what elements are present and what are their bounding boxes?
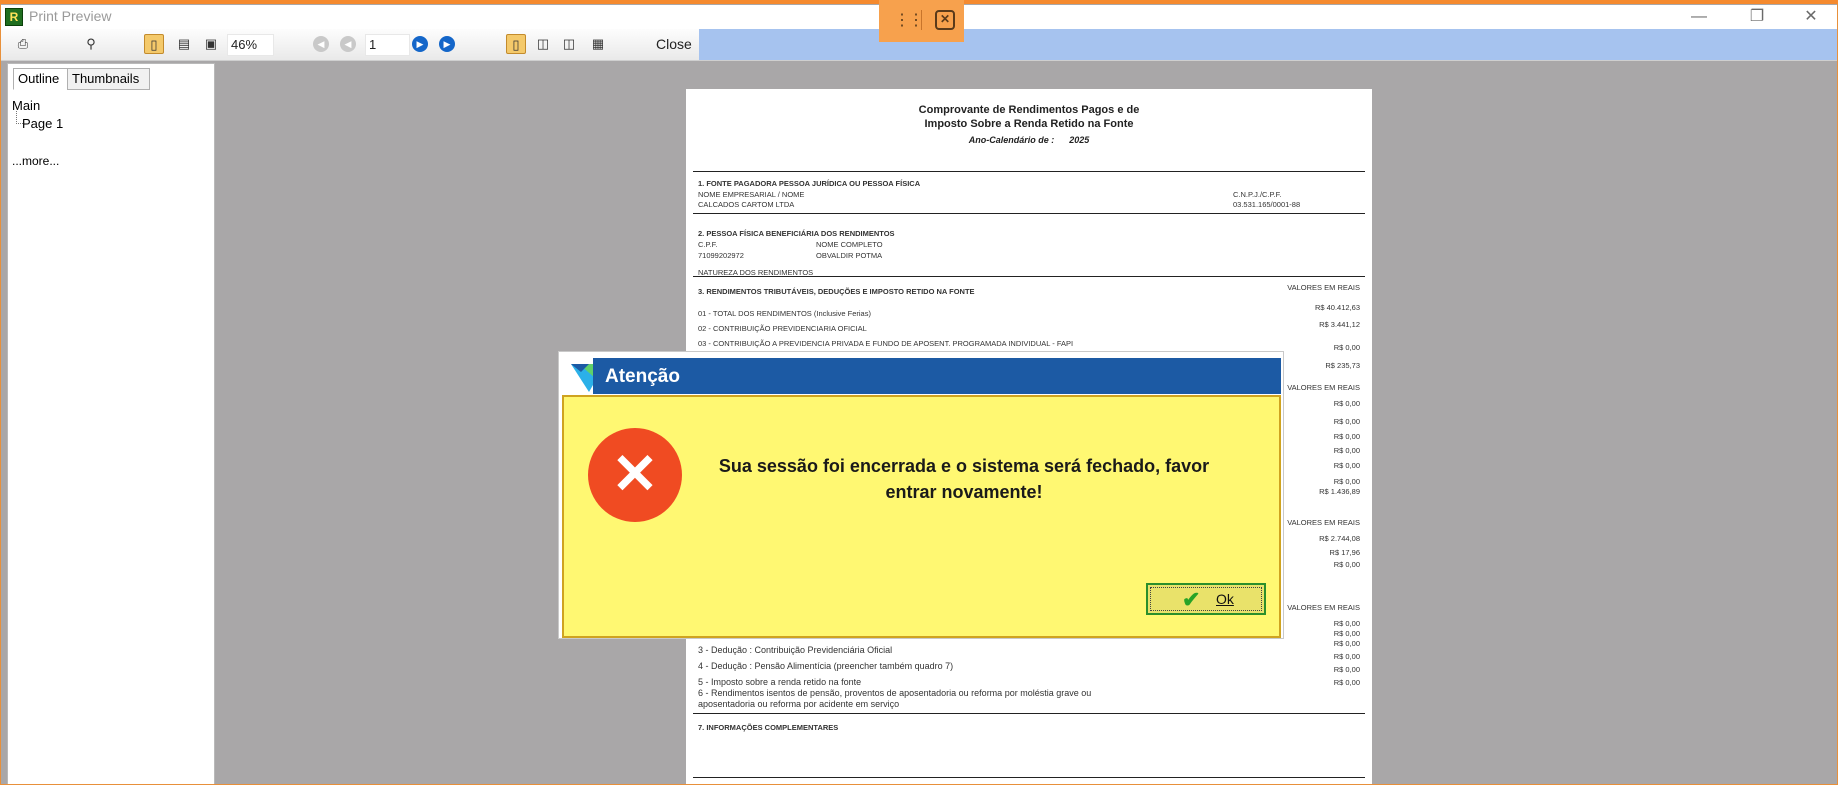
page-width-icon[interactable]: ▤ — [174, 34, 194, 54]
divider — [693, 276, 1365, 277]
dialog-title: Atenção — [605, 366, 680, 387]
cnpj-value: 03.531.165/0001-88 — [1233, 200, 1301, 209]
divider — [693, 777, 1365, 778]
previous-page-icon[interactable]: ◀ — [340, 36, 356, 52]
year-label: Ano-Calendário de : — [968, 135, 1055, 145]
income-value-02: R$ 3.441,12 — [1319, 320, 1360, 329]
value-6d: R$ 0,00 — [1333, 652, 1360, 661]
section-6-line-3: 3 - Dedução : Contribuição Previdenciári… — [698, 645, 893, 655]
single-page-view-icon[interactable]: ▯ — [144, 34, 164, 54]
section-7-heading: 7. INFORMAÇÕES COMPLEMENTARES — [698, 723, 839, 732]
first-page-icon[interactable]: ◀ — [313, 36, 329, 52]
section-3-heading: 3. RENDIMENTOS TRIBUTÁVEIS, DEDUÇÕES E I… — [698, 287, 975, 296]
doc-year: Ano-Calendário de : 2025 — [686, 135, 1372, 145]
restore-button[interactable]: ❐ — [1737, 5, 1777, 29]
income-line-02: 02 - CONTRIBUIÇÃO PREVIDENCIARIA OFICIAL — [698, 324, 867, 333]
section-1-heading: 1. FONTE PAGADORA PESSOA JURÍDICA OU PES… — [698, 179, 921, 188]
dialog-body: ✕ Sua sessão foi encerrada e o sistema s… — [562, 395, 1281, 638]
company-name: CALCADOS CARTOM LTDA — [698, 200, 795, 209]
dialog-message: Sua sessão foi encerrada e o sistema ser… — [718, 456, 1210, 502]
divider — [693, 213, 1365, 214]
value-6e: R$ 0,00 — [1333, 665, 1360, 674]
attention-dialog: Atenção ✕ Sua sessão foi encerrada e o s… — [558, 351, 1284, 639]
tab-thumbnails[interactable]: Thumbnails — [67, 68, 150, 90]
ok-label: Ok — [1216, 591, 1234, 607]
cpf-label: C.P.F. — [698, 240, 718, 249]
error-icon: ✕ — [588, 428, 682, 522]
window-title: Print Preview — [29, 8, 112, 24]
remote-session-toolbar: ⋮⋮ ✕ — [879, 0, 964, 42]
zoom-input[interactable]: 46% — [227, 34, 274, 56]
value-6f: R$ 0,00 — [1333, 678, 1360, 687]
disconnect-icon[interactable]: ✕ — [935, 10, 955, 30]
more-link[interactable]: ...more... — [12, 154, 59, 168]
section-6-line-6: 6 - Rendimentos isentos de pensão, prove… — [698, 688, 1092, 698]
tab-outline[interactable]: Outline — [13, 68, 69, 90]
beneficiary-name-label: NOME COMPLETO — [816, 240, 883, 249]
next-page-icon[interactable]: ▶ — [412, 36, 428, 52]
cnpj-label: C.N.P.J./C.P.F. — [1233, 190, 1282, 199]
ok-button[interactable]: ✔ Ok — [1146, 583, 1266, 615]
print-icon[interactable]: ⎙ — [13, 34, 33, 54]
minimize-button[interactable]: — — [1679, 5, 1719, 29]
doc-title-line-1: Comprovante de Rendimentos Pagos e de — [918, 104, 1140, 116]
drag-handle-icon[interactable]: ⋮⋮ — [894, 10, 924, 30]
print-preview-window: R Print Preview — ❐ ✕ ⎙ ⚲ ▯ ▤ ▣ 46% ◀ ◀ … — [0, 0, 1838, 785]
tree-item-page-1[interactable]: Page 1 — [12, 111, 63, 133]
close-preview-button[interactable]: Close — [656, 36, 692, 52]
whole-page-icon[interactable]: ▣ — [201, 34, 221, 54]
app-icon: R — [5, 8, 23, 26]
four-page-layout-icon[interactable]: ◫ — [559, 34, 579, 54]
checkmark-icon: ✔ — [1182, 587, 1201, 612]
section-6-line-5: 5 - Imposto sobre a renda retido na font… — [698, 677, 862, 687]
values-header: VALORES EM REAIS — [1287, 283, 1360, 292]
year-value: 2025 — [1069, 135, 1090, 145]
income-line-03: 03 - CONTRIBUIÇÃO A PREVIDENCIA PRIVADA … — [698, 339, 1074, 348]
two-page-layout-icon[interactable]: ◫ — [533, 34, 553, 54]
last-page-icon[interactable]: ▶ — [439, 36, 455, 52]
income-line-01: 01 - TOTAL DOS RENDIMENTOS (Inclusive Fe… — [698, 309, 871, 318]
divider — [693, 171, 1365, 172]
outline-sidebar: Outline Thumbnails Main Page 1 ...more..… — [7, 63, 215, 784]
value-6c: R$ 0,00 — [1333, 639, 1360, 648]
find-icon[interactable]: ⚲ — [81, 34, 101, 54]
page-number-input[interactable]: 1 — [365, 34, 410, 56]
dialog-title-bar: Atenção — [593, 358, 1281, 394]
outline-tree: Main Page 1 — [12, 97, 63, 133]
company-name-label: NOME EMPRESARIAL / NOME — [698, 190, 805, 199]
toolbar-background — [699, 29, 1837, 60]
section-6-line-6b: aposentadoria ou reforma por acidente em… — [698, 699, 900, 709]
separator — [921, 10, 922, 30]
focus-outline — [1150, 587, 1262, 611]
section-2-heading: 2. PESSOA FÍSICA BENEFICIÁRIA DOS RENDIM… — [698, 229, 895, 238]
divider — [693, 713, 1365, 714]
doc-title: Comprovante de Rendimentos Pagos e de Im… — [686, 103, 1372, 131]
multi-page-layout-icon[interactable]: ▦ — [588, 34, 608, 54]
doc-title-line-2: Imposto Sobre a Renda Retido na Fonte — [924, 118, 1134, 130]
close-window-button[interactable]: ✕ — [1791, 5, 1831, 29]
cpf-value: 71099202972 — [698, 251, 744, 260]
beneficiary-name: OBVALDIR POTMA — [816, 251, 883, 260]
section-6-line-4: 4 - Dedução : Pensão Alimentícia (preenc… — [698, 661, 954, 671]
income-value-01: R$ 40.412,63 — [1314, 303, 1360, 312]
one-page-layout-icon[interactable]: ▯ — [506, 34, 526, 54]
